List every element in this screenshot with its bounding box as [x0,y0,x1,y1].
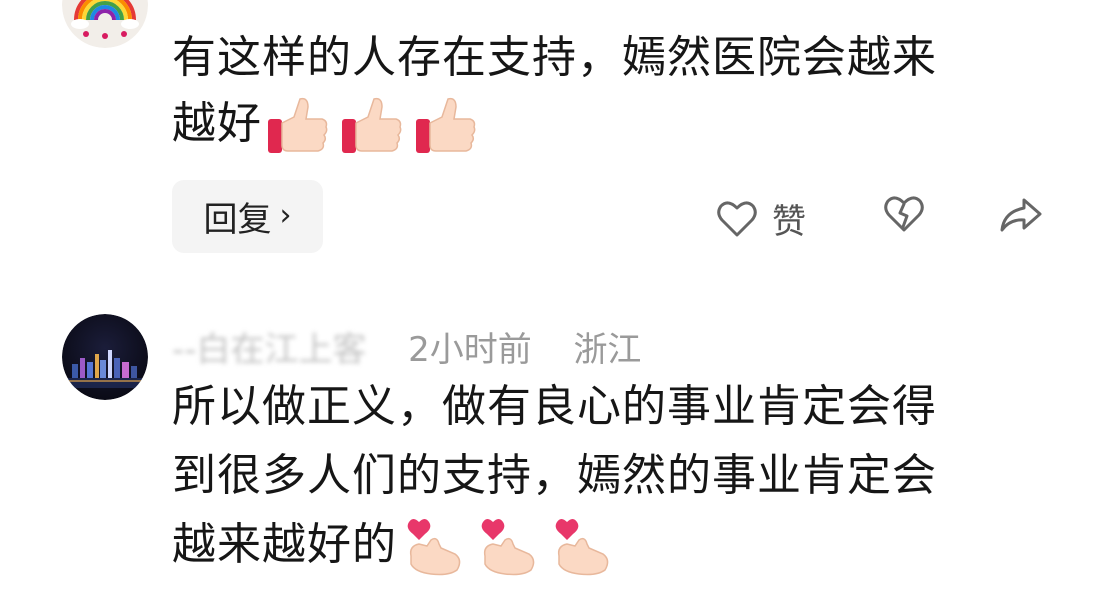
comment-1-line-2-text: 越好 [172,98,262,149]
broken-heart-icon [884,196,924,232]
avatar-rainbow[interactable] [62,0,148,48]
chevron-right-icon: › [279,198,292,233]
cityscape-avatar-image [62,314,148,400]
like-label: 赞 [772,202,806,242]
finger-heart-emoji-icon [481,519,535,576]
comment-2-emojis [401,516,613,578]
comment-1-emojis [266,95,478,157]
comment-1-line-2: 越好 [172,91,937,157]
comment-2-line-1: 所以做正义，做有良心的事业肯定会得 [172,381,937,432]
comment-2: --白在江上客 2小时前 浙江 所以做正义，做有良心的事业肯定会得 到很多人们的… [0,300,1106,598]
dislike-button[interactable] [883,194,925,234]
reply-button[interactable]: 回复 › [172,180,323,253]
rainbow-avatar-image [62,0,148,48]
comment-2-location: 浙江 [573,330,642,370]
comment-2-author[interactable]: --白在江上客 [172,330,367,370]
share-icon [1000,198,1042,232]
comment-2-time: 2小时前 [408,330,532,370]
finger-heart-emoji-icon [555,519,609,576]
comment-2-meta: --白在江上客 2小时前 浙江 [172,322,641,371]
comment-2-line-3-text: 越来越好的 [172,519,397,570]
finger-heart-emoji-icon [407,519,461,576]
comment-1-line-1: 有这样的人存在支持，嫣然医院会越来 [172,32,937,83]
like-button[interactable]: 赞 [716,194,806,243]
comment-1: 有这样的人存在支持，嫣然医院会越来 越好 回复 › 赞 [0,0,1106,270]
comment-1-text: 有这样的人存在支持，嫣然医院会越来 越好 [172,25,937,157]
avatar-cityscape[interactable] [62,314,148,400]
thumbs-up-emoji-icon [268,97,328,153]
comment-2-line-3: 越来越好的 [172,510,937,579]
reply-label: 回复 [203,200,272,240]
share-button[interactable] [998,196,1044,234]
comment-2-text: 所以做正义，做有良心的事业肯定会得 到很多人们的支持，嫣然的事业肯定会 越来越好… [172,372,937,579]
heart-outline-icon [717,201,757,236]
comment-2-line-2: 到很多人们的支持，嫣然的事业肯定会 [172,450,937,501]
thumbs-up-emoji-icon [416,97,476,153]
thumbs-up-emoji-icon [342,97,402,153]
